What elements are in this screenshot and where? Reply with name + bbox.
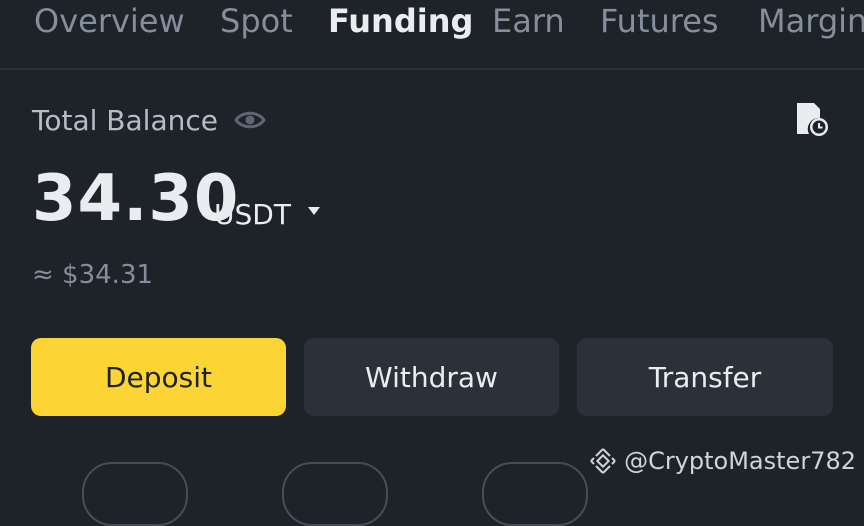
total-balance-label: Total Balance — [32, 104, 218, 137]
tab-earn[interactable]: Earn — [492, 2, 565, 40]
balance-amount: 34.30 — [32, 162, 240, 236]
withdraw-button[interactable]: Withdraw — [304, 338, 559, 416]
tab-divider — [0, 68, 864, 70]
tab-margin[interactable]: Margin — [758, 2, 864, 40]
bottom-pill-3[interactable] — [482, 462, 588, 526]
tab-futures[interactable]: Futures — [600, 2, 719, 40]
currency-selector[interactable]: USDT — [214, 198, 291, 231]
tab-overview[interactable]: Overview — [34, 2, 185, 40]
eye-icon[interactable] — [234, 106, 266, 134]
binance-logo-icon — [590, 448, 616, 474]
bottom-pill-2[interactable] — [282, 462, 388, 526]
tab-funding[interactable]: Funding — [328, 2, 473, 40]
balance-fiat-approx: ≈ $34.31 — [32, 260, 154, 290]
caret-down-icon[interactable] — [306, 205, 322, 217]
watermark-text: @CryptoMaster782 — [624, 447, 856, 475]
history-icon[interactable] — [794, 100, 830, 138]
bottom-pill-1[interactable] — [82, 462, 188, 526]
deposit-button[interactable]: Deposit — [31, 338, 286, 416]
transfer-button[interactable]: Transfer — [577, 338, 833, 416]
tab-spot[interactable]: Spot — [220, 2, 293, 40]
top-tab-bar: Overview Spot Funding Earn Futures Margi… — [0, 0, 864, 68]
watermark: @CryptoMaster782 — [588, 446, 856, 476]
